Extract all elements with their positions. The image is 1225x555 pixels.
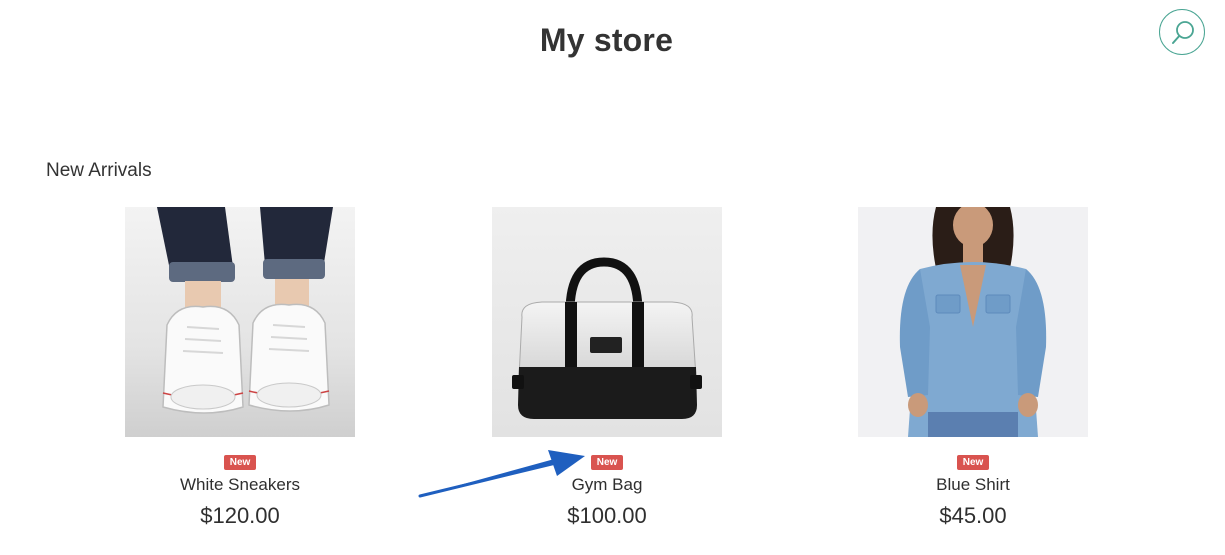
blue-shirt-image[interactable] [858,207,1088,437]
product-name[interactable]: Blue Shirt [823,475,1123,495]
product-price: $45.00 [939,503,1007,528]
page-title: My store [539,22,674,58]
section-title: New Arrivals [46,160,152,181]
product-price: $100.00 [567,503,647,528]
search-button[interactable] [1159,9,1205,55]
search-icon [1172,21,1194,44]
product-price: $120.00 [200,503,280,528]
product-card-blue-shirt[interactable]: New Blue Shirt $45.00 [823,207,1123,529]
new-badge: New [590,455,624,470]
new-badge: New [956,455,990,470]
product-card-white-sneakers[interactable]: New White Sneakers $120.00 [90,207,390,529]
sneakers-image[interactable] [125,207,355,437]
new-badge: New [223,455,257,470]
gym-bag-image[interactable] [492,207,722,437]
product-name[interactable]: Gym Bag [457,475,757,495]
product-name[interactable]: White Sneakers [90,475,390,495]
product-card-gym-bag[interactable]: New Gym Bag $100.00 [457,207,757,529]
